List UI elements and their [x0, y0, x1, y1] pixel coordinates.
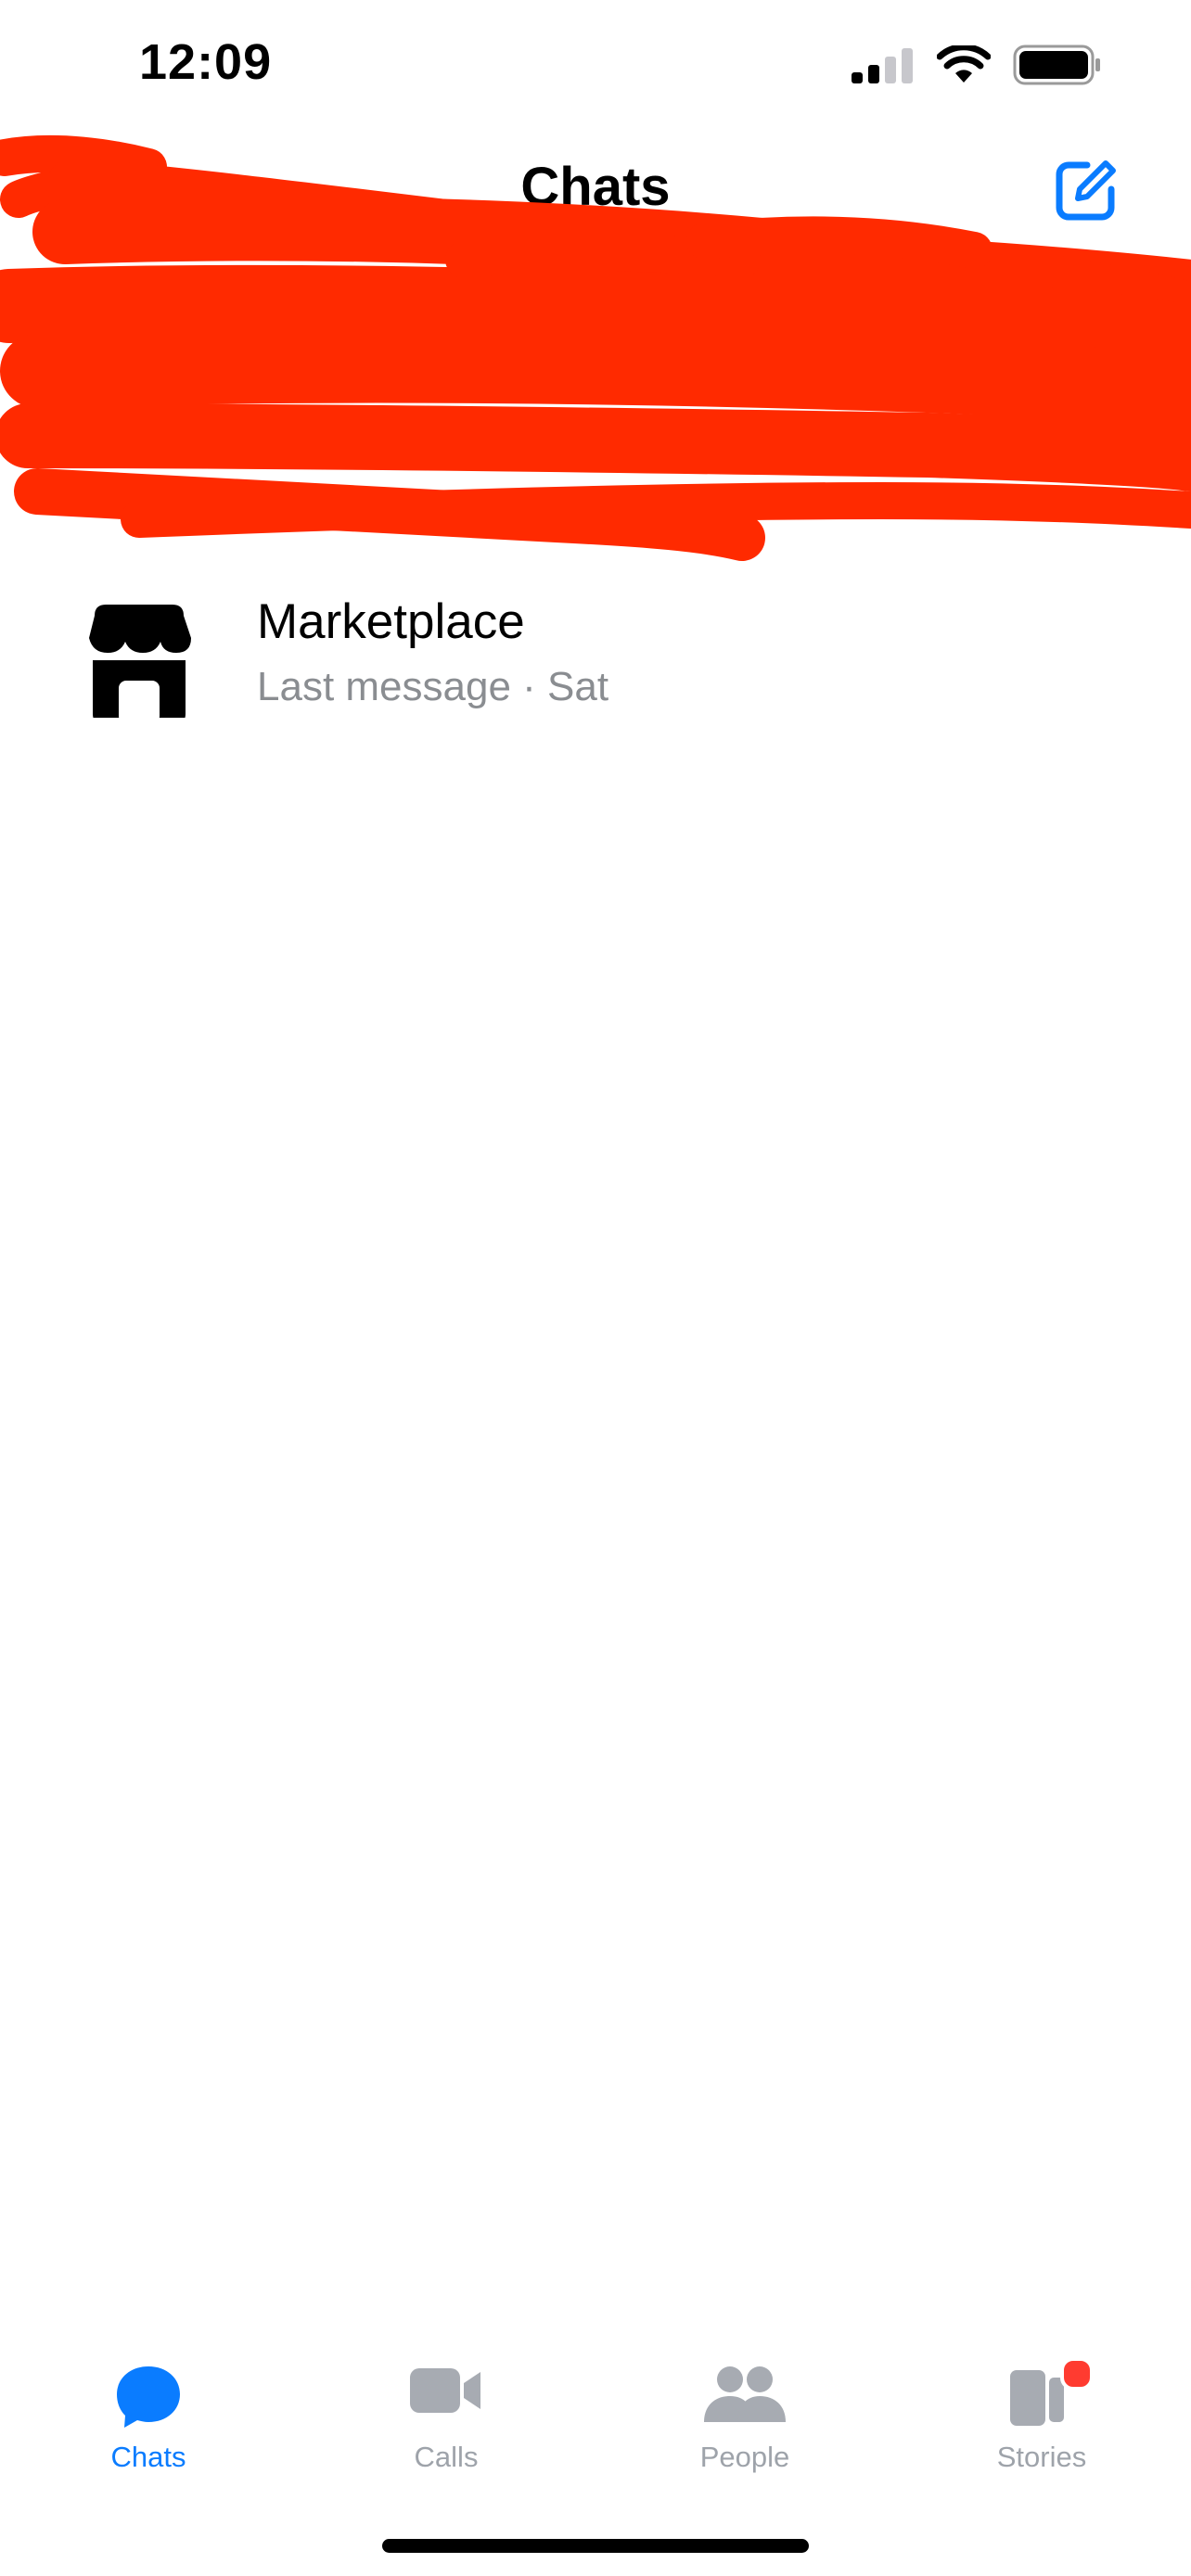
- tab-label: People: [699, 2441, 790, 2473]
- redaction-scribble: [0, 134, 1191, 561]
- storefront-icon: [89, 605, 191, 718]
- video-camera-icon: [410, 2368, 480, 2413]
- tab-calls[interactable]: Calls: [344, 2337, 548, 2485]
- tab-label: Stories: [996, 2441, 1087, 2473]
- battery-icon: [1013, 45, 1100, 85]
- status-time: 12:09: [139, 34, 273, 90]
- tab-chats[interactable]: Chats: [46, 2337, 250, 2485]
- status-bar: 12:09: [0, 0, 1191, 139]
- home-indicator: [382, 2539, 809, 2553]
- chat-name: Marketplace: [257, 594, 525, 649]
- tab-label: Calls: [414, 2441, 479, 2473]
- wifi-icon: [937, 45, 991, 83]
- people-icon: [704, 2366, 786, 2422]
- tab-bar: Chats Calls People Stories: [0, 2337, 1191, 2504]
- chat-bubble-icon: [117, 2366, 180, 2428]
- tab-stories[interactable]: Stories: [940, 2337, 1144, 2485]
- notification-badge: [1060, 2357, 1094, 2391]
- tab-label: Chats: [110, 2441, 186, 2473]
- tab-people[interactable]: People: [643, 2337, 847, 2485]
- chat-row-marketplace[interactable]: Marketplace Last message · Sat: [0, 575, 1191, 728]
- status-icons: [852, 45, 1102, 85]
- chat-preview: Last message · Sat: [257, 664, 609, 709]
- cellular-signal-icon: [852, 48, 913, 83]
